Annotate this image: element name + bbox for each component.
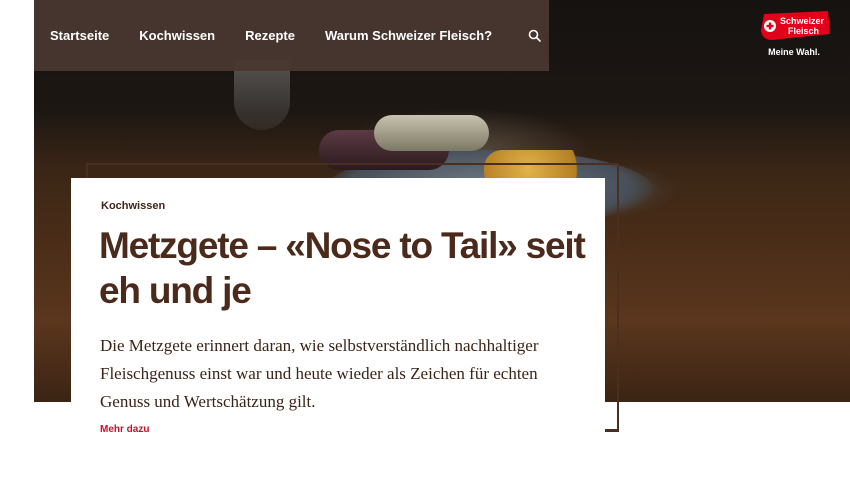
nav-item-rezepte[interactable]: Rezepte: [245, 28, 295, 43]
brand-logo[interactable]: Schweizer Fleisch Meine Wahl.: [758, 10, 836, 60]
article-title[interactable]: Metzgete – «Nose to Tail» seit eh und je: [99, 223, 599, 313]
schweizer-fleisch-logo-mark: Schweizer Fleisch: [761, 11, 830, 40]
main-nav: Startseite Kochwissen Rezepte Warum Schw…: [34, 0, 549, 71]
logo-tagline: Meine Wahl.: [768, 47, 820, 57]
liver-sausage: [374, 115, 489, 151]
article-teaser-card: Kochwissen Metzgete – «Nose to Tail» sei…: [71, 178, 605, 440]
search-icon[interactable]: [528, 29, 541, 42]
nav-item-kochwissen[interactable]: Kochwissen: [139, 28, 215, 43]
svg-text:Schweizer: Schweizer: [780, 16, 825, 26]
nav-item-warum-schweizer-fleisch[interactable]: Warum Schweizer Fleisch?: [325, 28, 492, 43]
svg-text:Fleisch: Fleisch: [788, 26, 819, 36]
article-category: Kochwissen: [101, 200, 166, 212]
read-more-link[interactable]: Mehr dazu: [100, 424, 149, 435]
nav-item-startseite[interactable]: Startseite: [50, 28, 109, 43]
article-teaser: Die Metzgete erinnert daran, wie selbstv…: [100, 336, 539, 411]
